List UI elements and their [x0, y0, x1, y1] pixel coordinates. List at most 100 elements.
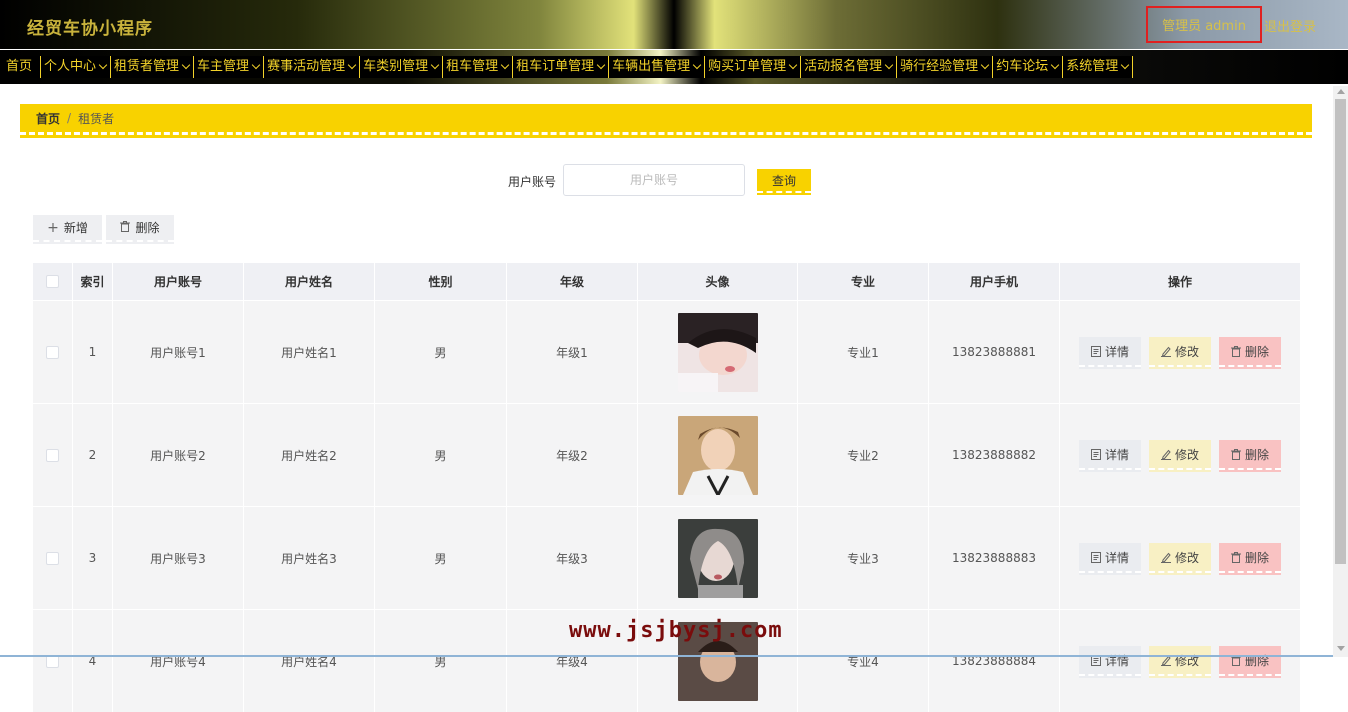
- header-index: 索引: [73, 263, 113, 300]
- nav-item-label: 车主管理: [197, 59, 250, 74]
- cell-grade: 年级3: [507, 507, 638, 609]
- cell-actions: 详情 修改 删除: [1060, 507, 1300, 609]
- nav-item-label: 赛事活动管理: [267, 59, 346, 74]
- edit-button-label: 修改: [1174, 447, 1199, 462]
- delete-button[interactable]: 删除: [106, 215, 174, 242]
- detail-button[interactable]: 详情: [1079, 646, 1141, 676]
- cell-avatar: [638, 301, 798, 403]
- nav-item-13[interactable]: 系统管理: [1062, 56, 1134, 78]
- nav-item-6[interactable]: 租车管理: [442, 56, 512, 78]
- nav-item-9[interactable]: 购买订单管理: [704, 56, 800, 78]
- edit-button[interactable]: 修改: [1149, 337, 1211, 367]
- nav-menu: 首页 个人中心 租赁者管理 车主管理 赛事活动管理 车类别管理 租车管理 租车订单管理 车辆出售…: [0, 56, 1134, 78]
- row-select-cell: [33, 404, 73, 506]
- nav-item-10[interactable]: 活动报名管理: [800, 56, 896, 78]
- app-title: 经贸车协小程序: [27, 19, 153, 39]
- detail-button[interactable]: 详情: [1079, 543, 1141, 573]
- trash-icon: [1230, 448, 1241, 460]
- chevron-down-icon: [181, 60, 191, 70]
- row-checkbox[interactable]: [46, 345, 59, 359]
- edit-button[interactable]: 修改: [1149, 440, 1211, 470]
- nav-item-2[interactable]: 租赁者管理: [110, 56, 193, 78]
- query-button[interactable]: 查询: [757, 169, 811, 193]
- row-select-cell: [33, 610, 73, 712]
- cell-sex: 男: [375, 404, 507, 506]
- header-actions: 操作: [1167, 275, 1192, 289]
- nav-item-4[interactable]: 赛事活动管理: [263, 56, 359, 78]
- add-button[interactable]: + 新增: [33, 215, 102, 242]
- row-delete-button-label: 删除: [1244, 344, 1269, 359]
- breadcrumb: 首页 / 租赁者: [20, 104, 1312, 135]
- nav-item-7[interactable]: 租车订单管理: [512, 56, 608, 78]
- document-icon: [1090, 448, 1101, 460]
- main-nav: 首页 个人中心 租赁者管理 车主管理 赛事活动管理 车类别管理 租车管理 租车订单管理 车辆出售…: [0, 50, 1348, 84]
- header-major: 专业: [798, 263, 929, 300]
- row-checkbox[interactable]: [46, 551, 59, 565]
- row-checkbox[interactable]: [46, 448, 59, 462]
- edit-button-label: 修改: [1174, 344, 1199, 359]
- cell-actions: 详情 修改 删除: [1060, 610, 1300, 712]
- scroll-up-icon[interactable]: [1337, 89, 1345, 94]
- search-input[interactable]: [563, 164, 745, 196]
- detail-button[interactable]: 详情: [1079, 440, 1141, 470]
- header-account: 用户账号: [113, 263, 244, 300]
- nav-item-label: 租车订单管理: [516, 59, 595, 74]
- nav-item-label: 活动报名管理: [804, 59, 883, 74]
- chevron-down-icon: [251, 60, 261, 70]
- scrollbar-thumb[interactable]: [1335, 99, 1346, 564]
- edit-button[interactable]: 修改: [1149, 543, 1211, 573]
- header-sex: 性别: [375, 263, 507, 300]
- trash-icon: [1230, 551, 1241, 563]
- cell-account: 用户账号1: [113, 301, 244, 403]
- nav-item-1[interactable]: 个人中心: [40, 56, 110, 78]
- chevron-down-icon: [430, 60, 440, 70]
- document-icon: [1090, 345, 1101, 357]
- cell-major: 专业2: [798, 404, 929, 506]
- nav-item-label: 首页: [6, 59, 33, 74]
- nav-item-label: 系统管理: [1066, 59, 1119, 74]
- cell-grade: 年级2: [507, 404, 638, 506]
- chevron-down-icon: [596, 60, 606, 70]
- cell-major: 专业1: [798, 301, 929, 403]
- chevron-down-icon: [692, 60, 702, 70]
- cell-name: 用户姓名1: [244, 301, 375, 403]
- header-name: 用户姓名: [244, 263, 375, 300]
- row-delete-button[interactable]: 删除: [1219, 440, 1281, 470]
- nav-item-12[interactable]: 约车论坛: [992, 56, 1062, 78]
- cell-index: 2: [73, 404, 113, 506]
- header-avatar: 头像: [638, 263, 798, 300]
- cell-sex: 男: [375, 301, 507, 403]
- header-phone: 用户手机: [929, 263, 1060, 300]
- trash-icon: [1230, 345, 1241, 357]
- row-delete-button[interactable]: 删除: [1219, 543, 1281, 573]
- nav-item-11[interactable]: 骑行经验管理: [896, 56, 992, 78]
- add-button-label: 新增: [63, 221, 88, 235]
- row-delete-button[interactable]: 删除: [1219, 646, 1281, 676]
- nav-item-5[interactable]: 车类别管理: [359, 56, 442, 78]
- row-delete-button[interactable]: 删除: [1219, 337, 1281, 367]
- detail-button[interactable]: 详情: [1079, 337, 1141, 367]
- cell-phone: 13823888884: [929, 610, 1060, 712]
- document-icon: [1090, 551, 1101, 563]
- search-label: 用户账号: [508, 175, 557, 189]
- cell-phone: 13823888881: [929, 301, 1060, 403]
- cell-actions: 详情 修改 删除: [1060, 404, 1300, 506]
- breadcrumb-home[interactable]: 首页: [36, 110, 60, 127]
- edit-button[interactable]: 修改: [1149, 646, 1211, 676]
- cell-phone: 13823888882: [929, 404, 1060, 506]
- nav-item-3[interactable]: 车主管理: [193, 56, 263, 78]
- logout-link[interactable]: 退出登录: [1264, 16, 1316, 35]
- cell-index: 1: [73, 301, 113, 403]
- table-header: 索引 用户账号 用户姓名 性别 年级 头像 专业 用户手机 操作: [33, 263, 1300, 300]
- select-all-checkbox[interactable]: [46, 275, 59, 288]
- cell-avatar: [638, 404, 798, 506]
- nav-item-label: 购买订单管理: [708, 59, 787, 74]
- detail-button-label: 详情: [1104, 550, 1129, 565]
- cell-name: 用户姓名3: [244, 507, 375, 609]
- nav-item-8[interactable]: 车辆出售管理: [608, 56, 704, 78]
- nav-item-0[interactable]: 首页: [0, 56, 40, 78]
- cell-phone: 13823888883: [929, 507, 1060, 609]
- scroll-down-icon[interactable]: [1337, 646, 1345, 651]
- current-user[interactable]: 管理员 admin: [1146, 6, 1262, 43]
- cell-account: 用户账号2: [113, 404, 244, 506]
